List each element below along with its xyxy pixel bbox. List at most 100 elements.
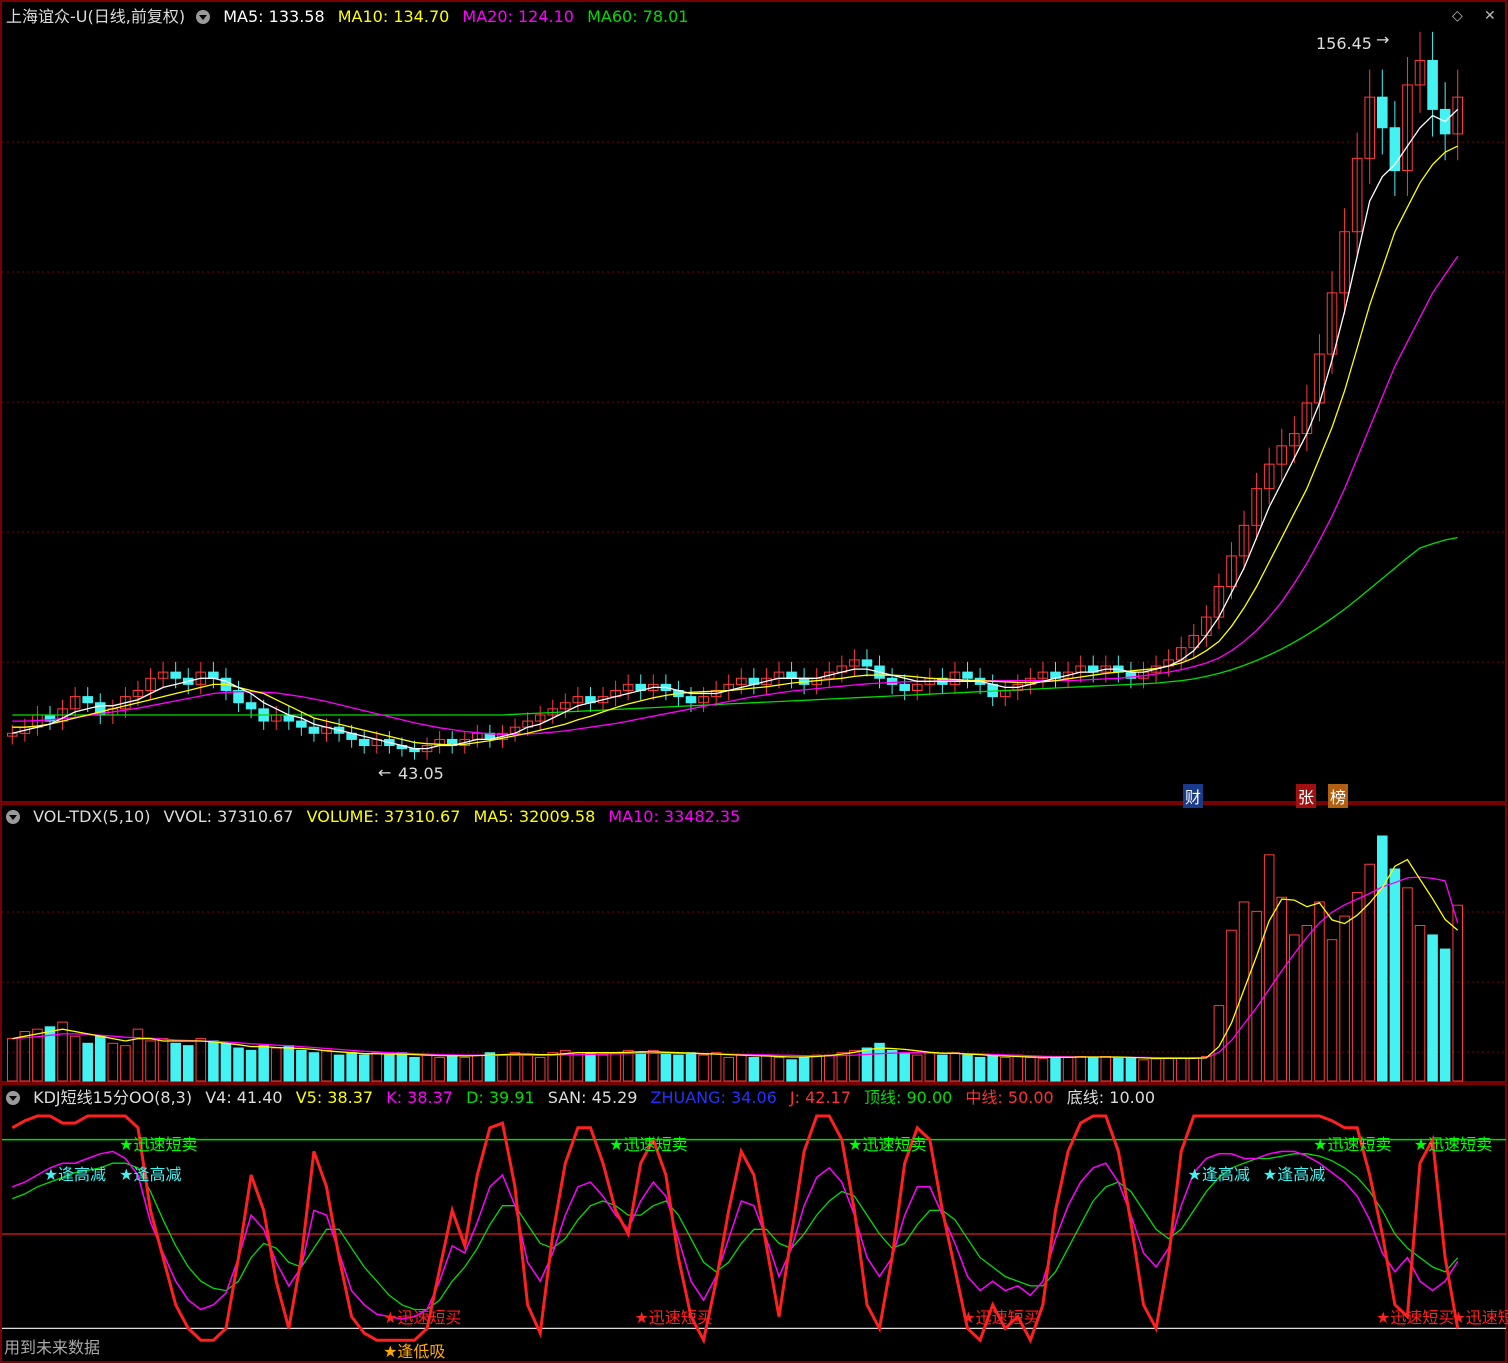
signal-sell-label: ★迅速短卖 <box>1313 1135 1391 1154</box>
volume-bar <box>660 1052 672 1082</box>
candle-body <box>170 671 181 679</box>
signal-buy-label: ★迅速短买 <box>383 1308 461 1327</box>
volume-bar <box>509 1052 521 1082</box>
indicator-menu-icon[interactable] <box>196 9 211 24</box>
volume-bar <box>1452 904 1463 1082</box>
ranking-badge[interactable]: 榜 <box>1328 784 1349 808</box>
j-label: J: 42.17 <box>789 1088 851 1107</box>
volume-bar <box>1339 915 1350 1082</box>
volume-bar <box>245 1049 257 1082</box>
volume-bar <box>534 1056 546 1082</box>
stock-chart-canvas: ★迅速短卖 ★迅速短卖 ★迅速短卖 ★迅速短卖 ★迅速短卖★迅速短买 ★迅速短买 ★迅速短买… <box>0 0 1508 1363</box>
ma5-line <box>12 108 1459 750</box>
volume-bar <box>748 1056 760 1082</box>
volume-bar <box>811 1054 822 1082</box>
volume-bar <box>1377 835 1388 1082</box>
volume-bar <box>685 1052 697 1082</box>
volume-bar <box>1414 925 1426 1082</box>
volume-bar <box>182 1045 194 1082</box>
signal-low-buy-label: ★逢低吸 <box>383 1342 445 1361</box>
diamond-icon[interactable]: ◇ <box>1452 8 1463 24</box>
volume-bar <box>999 1056 1011 1082</box>
volume-bar <box>673 1054 684 1082</box>
stock-title[interactable]: 上海谊众-U(日线,前复权) <box>6 7 185 26</box>
kdj-panel[interactable]: ★迅速短卖 ★迅速短卖 ★迅速短卖 ★迅速短卖 ★迅速短卖★迅速短买 ★迅速短买 ★迅速短买… <box>2 1114 1508 1361</box>
volume-bar <box>585 1052 596 1082</box>
kdj-title[interactable]: KDJ短线15分OO(8,3) <box>33 1088 192 1107</box>
volume-bar <box>258 1045 269 1082</box>
volume-bar <box>547 1052 559 1082</box>
volume-bar <box>459 1056 471 1082</box>
candle-body <box>962 671 973 679</box>
volume-bar <box>924 1052 936 1082</box>
signal-buy-label: ★迅速短买 <box>961 1308 1039 1327</box>
kdj-menu-icon[interactable] <box>6 1090 20 1105</box>
volume-title[interactable]: VOL-TDX(5,10) <box>33 807 150 826</box>
volume-bar <box>1037 1057 1049 1082</box>
volume-bar <box>937 1054 948 1082</box>
volume-bar <box>107 1042 119 1082</box>
panel-border <box>0 803 1507 1083</box>
volume-bar <box>296 1049 307 1082</box>
kdj-j-line <box>11 1114 1460 1345</box>
volume-bar <box>208 1040 219 1082</box>
volume-bar <box>270 1047 282 1082</box>
volume-bar <box>434 1056 445 1082</box>
candle-body <box>358 738 370 747</box>
low-price-marker: 43.05 <box>398 764 444 783</box>
signal-high-reduce-label: ★逢高减 <box>1263 1165 1325 1184</box>
volume-bar <box>446 1054 458 1082</box>
volume-bar <box>1427 934 1438 1082</box>
volume-bar <box>145 1040 156 1082</box>
volume-bar <box>333 1054 345 1082</box>
volume-bar <box>1163 1056 1174 1082</box>
price-panel-header: 上海谊众-U(日线,前复权) MA5: 133.58 MA10: 134.70 … <box>0 6 696 28</box>
signal-sell-label: ★迅速短卖 <box>119 1135 197 1154</box>
signal-sell-label: ★迅速短卖 <box>848 1135 926 1154</box>
k-label: K: 38.37 <box>386 1088 453 1107</box>
kdj-panel-header: KDJ短线15分OO(8,3) V4: 41.40 V5: 38.37 K: 3… <box>0 1087 1163 1109</box>
volume-bar <box>384 1054 395 1082</box>
limit-up-badge[interactable]: 张 <box>1296 784 1317 808</box>
signal-buy-label: ★迅速短买 <box>634 1308 712 1327</box>
volume-bar <box>622 1049 634 1082</box>
candle-body <box>1377 96 1388 129</box>
volume-menu-icon[interactable] <box>6 809 20 824</box>
volume-bar <box>1251 910 1262 1082</box>
volume-bar <box>421 1054 433 1082</box>
high-price-marker: 156.45 <box>1316 34 1372 53</box>
volume-bar <box>987 1054 998 1082</box>
volume-panel-header: VOL-TDX(5,10) VVOL: 37310.67 VOLUME: 373… <box>0 806 748 828</box>
volume-bar <box>233 1047 244 1082</box>
volume-bar <box>321 1049 332 1082</box>
candle-body <box>786 671 797 679</box>
volume-bar <box>736 1054 747 1082</box>
volume-bar <box>1025 1056 1036 1082</box>
volume-bar <box>886 1049 898 1082</box>
volume-bar <box>823 1054 835 1082</box>
volume-ma5-label: MA5: 32009.58 <box>473 807 596 826</box>
volume-panel[interactable] <box>7 835 1463 1082</box>
volume-bar <box>472 1054 483 1082</box>
v5-label: V5: 38.37 <box>295 1088 374 1107</box>
volume-bar <box>1150 1058 1162 1082</box>
volume-bar <box>1213 1005 1225 1082</box>
volume-bar <box>7 1038 18 1082</box>
volume-bar <box>648 1049 659 1082</box>
vvol-label: VVOL: 37310.67 <box>163 807 294 826</box>
signal-high-reduce-label: ★逢高减 <box>119 1165 181 1184</box>
volume-bar <box>396 1052 408 1082</box>
volume-bar <box>1138 1059 1149 1082</box>
volume-bar <box>1201 1056 1212 1082</box>
volume-bar <box>283 1045 295 1082</box>
price-panel[interactable] <box>7 31 1463 760</box>
volume-bar <box>1075 1056 1086 1082</box>
ma10-line <box>12 145 1458 746</box>
finance-badge[interactable]: 财 <box>1183 784 1204 808</box>
candle-body <box>1427 59 1438 110</box>
volume-bar <box>522 1054 533 1082</box>
mid-line-label: 中线: 50.00 <box>965 1088 1054 1107</box>
close-icon[interactable]: ✕ <box>1484 8 1496 24</box>
volume-bar <box>610 1052 621 1082</box>
signal-sell-label: ★迅速短卖 <box>609 1135 687 1154</box>
